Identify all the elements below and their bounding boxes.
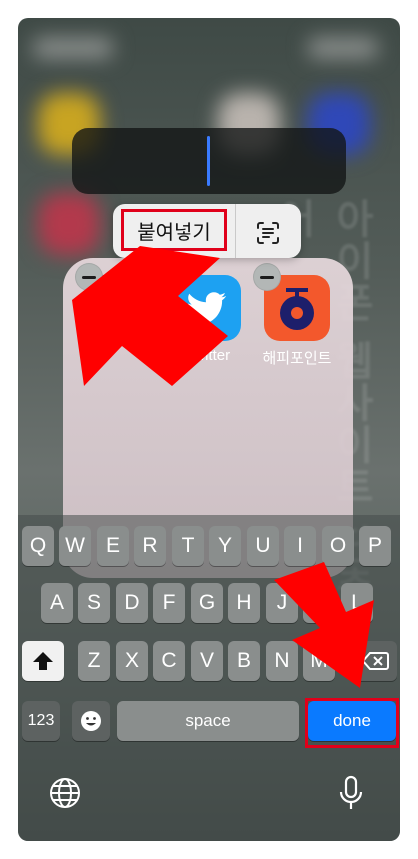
shift-key[interactable] — [22, 641, 64, 681]
key-t[interactable]: T — [172, 526, 204, 566]
scan-text-button[interactable] — [243, 213, 293, 253]
key-g[interactable]: G — [191, 583, 223, 623]
key-y[interactable]: Y — [209, 526, 241, 566]
done-highlight-box — [305, 698, 399, 748]
key-r[interactable]: R — [134, 526, 166, 566]
delete-twitter-button[interactable] — [164, 263, 192, 291]
delete-app-1-button[interactable] — [75, 263, 103, 291]
phone-screen: 아이폰 웹사이트 단축어 Twitter 해피포인트 붙여넣기 Q — [18, 18, 400, 841]
globe-icon — [50, 778, 80, 808]
dictation-button[interactable] — [336, 774, 366, 816]
delete-happypoint-button[interactable] — [253, 263, 281, 291]
key-q[interactable]: Q — [22, 526, 54, 566]
scan-text-icon — [257, 222, 279, 244]
key-k[interactable]: K — [303, 583, 335, 623]
key-d[interactable]: D — [116, 583, 148, 623]
blurred-status-bar — [308, 38, 378, 58]
numbers-key[interactable]: 123 — [22, 701, 60, 741]
key-i[interactable]: I — [284, 526, 316, 566]
emoji-key[interactable] — [72, 701, 110, 741]
key-z[interactable]: Z — [78, 641, 110, 681]
key-n[interactable]: N — [266, 641, 298, 681]
minus-icon — [171, 275, 185, 279]
blurred-status-bar — [33, 38, 113, 58]
happypoint-app-label: 해피포인트 — [262, 350, 332, 367]
minus-icon — [82, 275, 96, 279]
key-x[interactable]: X — [116, 641, 148, 681]
key-v[interactable]: V — [191, 641, 223, 681]
key-a[interactable]: A — [41, 583, 73, 623]
key-j[interactable]: J — [266, 583, 298, 623]
menu-divider — [235, 204, 236, 258]
text-cursor — [207, 136, 210, 186]
blurred-app-icon — [38, 193, 100, 255]
key-w[interactable]: W — [59, 526, 91, 566]
key-m[interactable]: M — [303, 641, 335, 681]
emoji-icon — [81, 711, 101, 731]
paste-button[interactable]: 붙여넣기 — [121, 209, 227, 251]
key-b[interactable]: B — [228, 641, 260, 681]
minus-icon — [260, 275, 274, 279]
key-p[interactable]: P — [359, 526, 391, 566]
key-h[interactable]: H — [228, 583, 260, 623]
globe-button[interactable] — [48, 776, 82, 814]
twitter-app-label: Twitter — [185, 347, 231, 364]
key-s[interactable]: S — [78, 583, 110, 623]
shift-arrow-icon — [33, 652, 53, 670]
backspace-key[interactable] — [353, 641, 397, 681]
key-f[interactable]: F — [153, 583, 185, 623]
microphone-icon — [339, 775, 363, 809]
key-o[interactable]: O — [322, 526, 354, 566]
key-u[interactable]: U — [247, 526, 279, 566]
key-e[interactable]: E — [97, 526, 129, 566]
backspace-icon — [361, 652, 389, 670]
key-c[interactable]: C — [153, 641, 185, 681]
space-key[interactable]: space — [117, 701, 299, 741]
key-l[interactable]: L — [341, 583, 373, 623]
